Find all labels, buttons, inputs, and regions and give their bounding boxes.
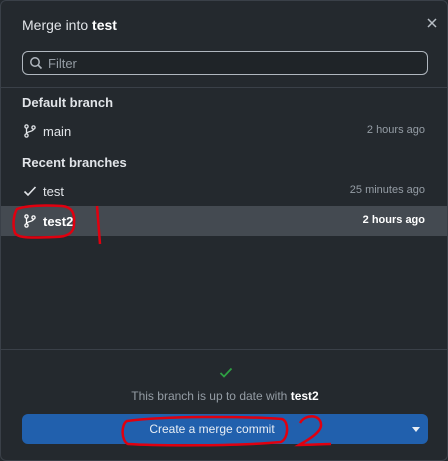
dialog-title-branch: test <box>92 17 117 33</box>
merge-status-branch: test2 <box>290 389 319 403</box>
default-branch-heading: Default branch <box>22 95 114 110</box>
recent-branches-heading: Recent branches <box>22 155 127 170</box>
branch-row-test2[interactable]: test2 2 hours ago <box>1 206 447 236</box>
close-icon[interactable] <box>425 16 439 30</box>
git-branch-icon <box>24 124 36 138</box>
branch-time: 25 minutes ago <box>349 184 425 196</box>
merge-button-label: Create a merge commit <box>149 422 275 436</box>
branch-name: test2 <box>43 214 74 229</box>
branch-time: 2 hours ago <box>362 214 425 226</box>
filter-input[interactable] <box>48 53 418 73</box>
merge-status-text: This branch is up to date with <box>131 389 288 403</box>
dialog-title: Merge into test <box>22 17 117 33</box>
success-check-icon <box>219 367 233 378</box>
branch-name: main <box>43 124 72 139</box>
merge-status: This branch is up to date with test2 <box>1 389 447 403</box>
branch-name: test <box>43 184 64 199</box>
filter-box[interactable] <box>22 51 428 75</box>
branch-time: 2 hours ago <box>366 124 425 136</box>
search-icon <box>30 57 43 70</box>
check-icon <box>23 186 37 197</box>
create-merge-commit-button[interactable]: Create a merge commit <box>22 414 428 444</box>
branch-row-main[interactable]: main 2 hours ago <box>1 116 447 146</box>
chevron-down-icon <box>412 427 420 432</box>
dialog-header: Merge into test <box>1 1 447 49</box>
branch-row-test[interactable]: test 25 minutes ago <box>1 176 447 206</box>
footer-divider <box>1 349 447 350</box>
merge-dialog: Merge into test Default branch main 2 ho… <box>0 0 448 461</box>
divider <box>1 87 447 88</box>
git-branch-icon <box>24 214 36 228</box>
dialog-title-prefix: Merge into <box>22 17 89 33</box>
